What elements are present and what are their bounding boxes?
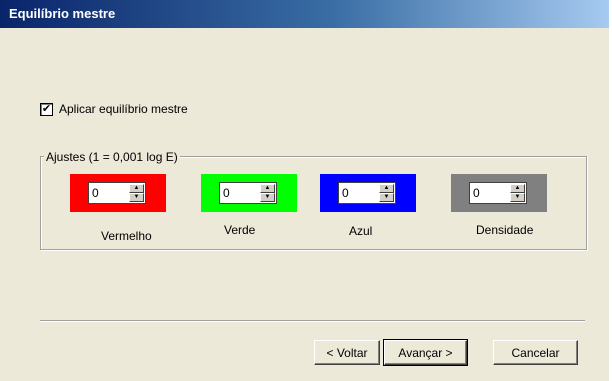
density-spin-down-icon[interactable]: ▼	[510, 193, 525, 202]
blue-spin-down-icon[interactable]: ▼	[379, 193, 394, 202]
green-label: Verde	[224, 223, 256, 237]
checkmark-icon: ✔	[41, 102, 52, 115]
red-spinbox[interactable]: 0 ▲ ▼	[88, 182, 146, 204]
adjustments-groupbox-label: Ajustes (1 = 0,001 log E)	[44, 150, 180, 164]
density-spin-up-icon[interactable]: ▲	[510, 184, 525, 193]
green-swatch: 0 ▲ ▼	[201, 174, 297, 212]
density-label: Densidade	[476, 223, 534, 237]
cancel-button-label: Cancelar	[511, 345, 560, 360]
red-spin-down-icon[interactable]: ▼	[129, 193, 144, 202]
apply-master-balance-row[interactable]: ✔ Aplicar equilíbrio mestre	[40, 102, 188, 116]
green-value[interactable]: 0	[223, 186, 230, 200]
blue-label: Azul	[349, 224, 373, 238]
blue-spin-up-icon[interactable]: ▲	[379, 184, 394, 193]
window-title: Equilíbrio mestre	[9, 6, 116, 21]
next-button-label: Avançar >	[398, 345, 453, 360]
apply-master-balance-checkbox[interactable]: ✔	[40, 102, 53, 116]
green-spin-up-icon[interactable]: ▲	[260, 184, 275, 193]
cancel-button[interactable]: Cancelar	[493, 340, 578, 365]
title-bar: Equilíbrio mestre	[0, 0, 609, 28]
green-spinbox[interactable]: 0 ▲ ▼	[219, 182, 277, 204]
density-swatch: 0 ▲ ▼	[451, 174, 547, 212]
density-value[interactable]: 0	[473, 186, 480, 200]
separator-highlight	[40, 321, 585, 322]
red-label: Vermelho	[101, 229, 152, 243]
wizard-window: Equilíbrio mestre ✔ Aplicar equilíbrio m…	[0, 0, 609, 381]
red-value[interactable]: 0	[92, 186, 99, 200]
density-spinbox[interactable]: 0 ▲ ▼	[469, 182, 527, 204]
apply-master-balance-label[interactable]: Aplicar equilíbrio mestre	[59, 102, 188, 116]
back-button[interactable]: < Voltar	[314, 340, 380, 365]
blue-value[interactable]: 0	[342, 186, 349, 200]
red-spin-up-icon[interactable]: ▲	[129, 184, 144, 193]
blue-swatch: 0 ▲ ▼	[320, 174, 416, 212]
green-spin-down-icon[interactable]: ▼	[260, 193, 275, 202]
back-button-label: < Voltar	[326, 345, 368, 360]
blue-spinbox[interactable]: 0 ▲ ▼	[338, 182, 396, 204]
red-swatch: 0 ▲ ▼	[70, 174, 166, 212]
next-button[interactable]: Avançar >	[383, 339, 468, 366]
